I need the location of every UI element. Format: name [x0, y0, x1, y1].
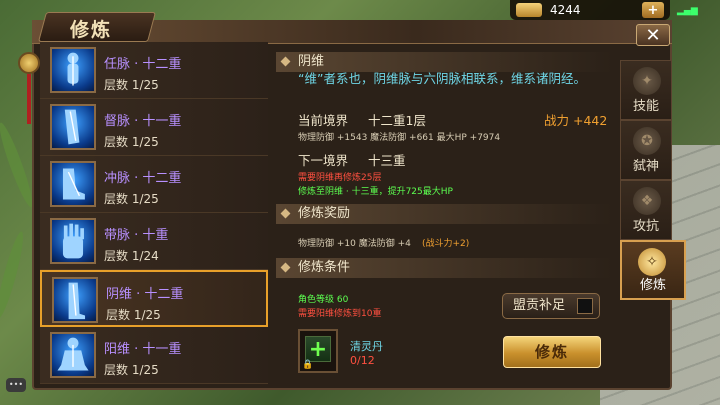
item-name: 清灵丹 [350, 340, 383, 353]
meridian-layer: 层数 1/25 [104, 192, 159, 206]
close-button[interactable]: ✕ [636, 24, 670, 46]
tab-label: 技能 [632, 99, 659, 114]
meridian-layer: 层数 1/24 [104, 249, 159, 263]
body-figure-icon [50, 47, 96, 93]
wifi-icon: ▂▄▆ [677, 6, 698, 16]
cultivate-button[interactable]: 修炼 [503, 336, 601, 368]
meridian-name: 阴维 · 十二重 [106, 287, 184, 302]
window-title: 修炼 [70, 19, 113, 41]
add-item-icon: + [305, 336, 331, 362]
next-realm-label: 下一境界 [298, 153, 349, 168]
current-realm-label: 当前境界 [298, 113, 349, 128]
tab-skill[interactable]: ✦ 技能 [620, 60, 672, 120]
background-leaf [0, 229, 28, 321]
coin-ornament-icon [18, 52, 40, 74]
meridian-item-du[interactable]: 督脉 · 十一重 层数 1/25 [40, 99, 268, 156]
meridian-name: 带脉 · 十重 [104, 228, 169, 243]
section-title-reward: 修炼奖励 [276, 204, 612, 224]
meridian-requirement: 需要阳维修炼到10重 [298, 309, 382, 319]
meridian-item-ren[interactable]: 任脉 · 十二重 层数 1/25 [40, 42, 268, 99]
current-realm-value: 十二重1层 [368, 113, 426, 128]
level-requirement: 角色等级 60 [298, 295, 349, 305]
chat-icon[interactable]: ••• [6, 378, 26, 392]
section-title-condition: 修炼条件 [276, 258, 612, 278]
resist-icon: ❖ [633, 187, 661, 215]
requirement-text: 需要阴维再修炼25层 [298, 173, 382, 183]
godslayer-icon: ✪ [633, 127, 661, 155]
meridian-description: “维”者系也，阴维脉与六阴脉相联系，维系诸阴经。 [298, 71, 586, 86]
add-gold-button[interactable]: + [642, 2, 664, 18]
meridian-item-dai[interactable]: 带脉 · 十重 层数 1/24 [40, 213, 268, 270]
foot-figure-icon [50, 161, 96, 207]
meridian-item-yinwei[interactable]: 阴维 · 十二重 层数 1/25 [40, 270, 268, 327]
next-bonus-text: 修炼至阴维 · 十三重，提升725最大HP [298, 187, 453, 197]
reward-stats: 物理防御 +10 魔法防御 +4 [298, 239, 411, 249]
next-realm-value: 十三重 [368, 153, 406, 168]
power-value: 战力 +442 [544, 113, 608, 128]
pill-item-slot[interactable]: + 🔒 [298, 329, 338, 373]
supplement-label: 盟贡补足 [513, 298, 566, 313]
meridian-name: 督脉 · 十一重 [104, 114, 182, 129]
meridian-layer: 层数 1/25 [104, 78, 159, 92]
gold-value: 4244 [550, 3, 581, 17]
skill-icon: ✦ [633, 67, 661, 95]
item-count: 0/12 [350, 354, 375, 367]
meridian-item-yangwei[interactable]: 阳维 · 十一重 层数 1/25 [40, 327, 268, 384]
resource-bar: 4244 + [510, 0, 670, 20]
tab-label: 弑神 [632, 159, 659, 174]
meridian-name: 任脉 · 十二重 [104, 57, 182, 72]
cultivate-icon: ✧ [638, 248, 666, 276]
reward-power: (战斗力+2) [422, 239, 470, 249]
detail-content: 阴维 “维”者系也，阴维脉与六阴脉相联系，维系诸阴经。 当前境界 十二重1层 战… [270, 46, 618, 386]
tab-resist[interactable]: ❖ 攻抗 [620, 180, 672, 240]
tassel-ornament [27, 74, 31, 124]
tab-cultivate[interactable]: ✧ 修炼 [620, 240, 686, 300]
tab-godslayer[interactable]: ✪ 弑神 [620, 120, 672, 180]
section-title-meridian: 阴维 [276, 52, 612, 72]
supplement-button[interactable]: 盟贡补足 [502, 293, 600, 319]
seated-figure-icon [50, 332, 96, 378]
meridian-name: 阳维 · 十一重 [104, 342, 182, 357]
gold-bars-icon [516, 3, 542, 17]
meridian-layer: 层数 1/25 [104, 363, 159, 377]
current-stats: 物理防御 +1543 魔法防御 +661 最大HP +7974 [298, 133, 501, 143]
meridian-item-chong[interactable]: 冲脉 · 十二重 层数 1/25 [40, 156, 268, 213]
hand-figure-icon [50, 218, 96, 264]
leg-figure-icon [52, 277, 98, 323]
lock-icon: 🔒 [302, 360, 314, 370]
meridian-layer: 层数 1/25 [104, 135, 159, 149]
meridian-layer: 层数 1/25 [106, 308, 161, 322]
tab-label: 修炼 [639, 278, 666, 293]
supplement-checkbox[interactable] [577, 298, 593, 314]
leg-figure-icon [50, 104, 96, 150]
meridian-name: 冲脉 · 十二重 [104, 171, 182, 186]
tab-label: 攻抗 [632, 219, 659, 234]
meridian-list: 任脉 · 十二重 层数 1/25 督脉 · 十一重 层数 1/25 冲脉 · 十… [40, 42, 268, 387]
